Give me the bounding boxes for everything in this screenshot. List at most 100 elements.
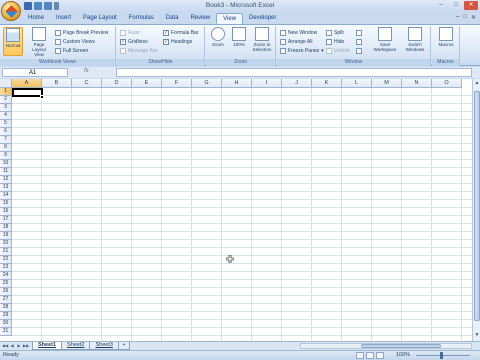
tab-view[interactable]: View xyxy=(216,13,244,24)
tab-review[interactable]: Review xyxy=(184,13,216,24)
scroll-up-icon[interactable]: ▲ xyxy=(473,79,480,87)
row-header-28[interactable]: 28 xyxy=(0,304,12,312)
column-header-m[interactable]: M xyxy=(372,79,402,88)
row-header-18[interactable]: 18 xyxy=(0,224,12,232)
row-header-11[interactable]: 11 xyxy=(0,168,12,176)
maximize-icon[interactable]: □ xyxy=(449,1,463,10)
formula-input[interactable] xyxy=(116,68,472,77)
row-header-6[interactable]: 6 xyxy=(0,128,12,136)
column-header-i[interactable]: I xyxy=(252,79,282,88)
row-header-24[interactable]: 24 xyxy=(0,272,12,280)
view-side-by-side-button[interactable] xyxy=(356,29,362,37)
row-header-21[interactable]: 21 xyxy=(0,248,12,256)
column-header-f[interactable]: F xyxy=(162,79,192,88)
row-header-1[interactable]: 1 xyxy=(0,88,12,96)
ruler-checkbox[interactable]: Ruler xyxy=(120,29,140,37)
row-header-14[interactable]: 14 xyxy=(0,192,12,200)
full-screen-button[interactable]: Full Screen xyxy=(55,47,88,55)
row-header-25[interactable]: 25 xyxy=(0,280,12,288)
new-window-button[interactable]: New Window xyxy=(280,29,317,37)
active-cell[interactable] xyxy=(12,88,43,97)
worksheet-grid[interactable]: ABCDEFGHIJKLMNO 1 2 3 4 5 6 7 8 9 10 11 12 13 14 15 16 1… xyxy=(0,79,472,341)
row-header-12[interactable]: 12 xyxy=(0,176,12,184)
column-header-c[interactable]: C xyxy=(72,79,102,88)
row-header-17[interactable]: 17 xyxy=(0,216,12,224)
column-header-e[interactable]: E xyxy=(132,79,162,88)
row-header-16[interactable]: 16 xyxy=(0,208,12,216)
column-header-b[interactable]: B xyxy=(42,79,72,88)
page-break-preview-button[interactable]: Page Break Preview xyxy=(55,29,108,37)
headings-checkbox[interactable]: ✓ Headings xyxy=(163,38,192,46)
gridlines-checkbox[interactable]: ✓ Gridlines xyxy=(120,38,148,46)
zoom-100-button[interactable]: 100% xyxy=(229,27,249,56)
minimize-icon[interactable]: – xyxy=(434,1,448,10)
zoom-slider-knob[interactable] xyxy=(440,352,443,359)
split-button[interactable]: Split xyxy=(326,29,344,37)
row-header-8[interactable]: 8 xyxy=(0,144,12,152)
tab-formulas[interactable]: Formulas xyxy=(123,13,160,24)
tab-page-layout[interactable]: Page Layout xyxy=(77,13,123,24)
fill-handle[interactable] xyxy=(40,95,44,99)
zoom-level[interactable]: 100% xyxy=(396,352,410,358)
column-header-g[interactable]: G xyxy=(192,79,222,88)
column-header-h[interactable]: H xyxy=(222,79,252,88)
horizontal-scrollbar[interactable] xyxy=(300,343,472,349)
horizontal-scroll-thumb[interactable] xyxy=(361,344,441,348)
office-button[interactable] xyxy=(1,1,21,21)
save-workspace-button[interactable]: Save Workspace xyxy=(371,27,399,56)
arrange-all-button[interactable]: Arrange All xyxy=(280,38,312,46)
macros-button[interactable]: Macros xyxy=(434,27,458,56)
fx-icon[interactable]: fx xyxy=(84,68,89,74)
doc-minimize-icon[interactable]: – xyxy=(456,14,459,21)
prev-sheet-icon[interactable]: ◀ xyxy=(9,343,15,349)
page-break-shortcut-icon[interactable] xyxy=(376,352,384,359)
row-header-13[interactable]: 13 xyxy=(0,184,12,192)
zoom-button[interactable]: Zoom xyxy=(208,27,228,56)
row-header-2[interactable]: 2 xyxy=(0,96,12,104)
row-header-5[interactable]: 5 xyxy=(0,120,12,128)
switch-windows-button[interactable]: Switch Windows xyxy=(401,27,429,56)
row-header-23[interactable]: 23 xyxy=(0,264,12,272)
sheet-tab-sheet3[interactable]: Sheet3 xyxy=(89,342,119,350)
column-header-n[interactable]: N xyxy=(402,79,432,88)
column-header-d[interactable]: D xyxy=(102,79,132,88)
row-header-9[interactable]: 9 xyxy=(0,152,12,160)
row-header-26[interactable]: 26 xyxy=(0,288,12,296)
tab-home[interactable]: Home xyxy=(22,13,50,24)
sheet-tab-sheet1[interactable]: Sheet1 xyxy=(32,342,63,350)
row-header-7[interactable]: 7 xyxy=(0,136,12,144)
cell-area[interactable] xyxy=(12,88,472,341)
close-icon[interactable]: ✕ xyxy=(464,1,478,10)
next-sheet-icon[interactable]: ▶ xyxy=(16,343,22,349)
zoom-to-selection-button[interactable]: Zoom to Selection xyxy=(250,27,274,56)
normal-view-button[interactable]: Normal xyxy=(3,27,23,56)
hide-button[interactable]: Hide xyxy=(326,38,344,46)
formula-bar-checkbox[interactable]: ✓ Formula Bar xyxy=(163,29,199,37)
page-layout-shortcut-icon[interactable] xyxy=(366,352,374,359)
row-header-10[interactable]: 10 xyxy=(0,160,12,168)
row-header-3[interactable]: 3 xyxy=(0,104,12,112)
page-layout-view-button[interactable]: Page Layout View xyxy=(27,27,51,57)
row-header-4[interactable]: 4 xyxy=(0,112,12,120)
freeze-panes-button[interactable]: Freeze Panes ▾ xyxy=(280,47,324,55)
doc-close-icon[interactable]: ✕ xyxy=(471,14,476,21)
tab-insert[interactable]: Insert xyxy=(50,13,77,24)
custom-views-button[interactable]: Custom Views xyxy=(55,38,95,46)
last-sheet-icon[interactable]: ▶▶ xyxy=(23,343,29,349)
doc-restore-icon[interactable]: □ xyxy=(463,14,467,21)
insert-sheet-icon[interactable]: + xyxy=(117,342,130,350)
first-sheet-icon[interactable]: ◀◀ xyxy=(2,343,8,349)
tab-data[interactable]: Data xyxy=(160,13,185,24)
vertical-scrollbar[interactable]: ▲ ▼ xyxy=(472,79,480,341)
row-header-22[interactable]: 22 xyxy=(0,256,12,264)
column-header-j[interactable]: J xyxy=(282,79,312,88)
column-header-k[interactable]: K xyxy=(312,79,342,88)
synchronous-scrolling-button[interactable] xyxy=(356,38,362,46)
row-header-15[interactable]: 15 xyxy=(0,200,12,208)
row-header-19[interactable]: 19 xyxy=(0,232,12,240)
reset-window-position-button[interactable] xyxy=(356,47,362,55)
row-header-20[interactable]: 20 xyxy=(0,240,12,248)
column-header-a[interactable]: A xyxy=(12,79,42,88)
row-header-31[interactable]: 31 xyxy=(0,328,12,336)
select-all-corner[interactable] xyxy=(0,79,12,88)
